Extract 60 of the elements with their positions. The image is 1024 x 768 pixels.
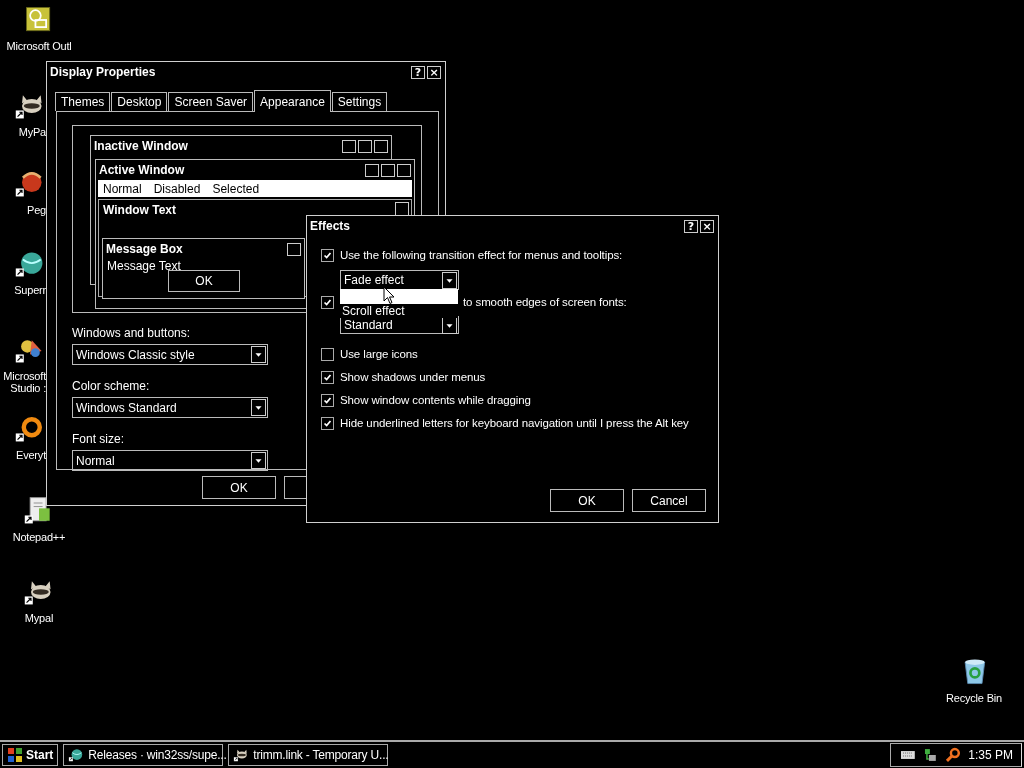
field-label: Color scheme: — [72, 379, 150, 393]
message-text: Message Text — [107, 259, 181, 273]
search-icon[interactable] — [944, 747, 961, 763]
windows-flag-icon — [7, 747, 23, 763]
tab[interactable]: Screen Saver — [168, 92, 254, 111]
icon-label[interactable]: Peg — [27, 204, 46, 216]
checkbox-label: Show shadows under menus — [340, 371, 486, 383]
icon-label[interactable]: MyPa — [18, 126, 46, 138]
dropdown[interactable]: Normal — [72, 450, 268, 471]
tab[interactable]: Settings — [331, 92, 388, 111]
raccoon-icon — [233, 747, 250, 763]
help-button[interactable]: ? — [684, 219, 698, 233]
icon-label[interactable]: Mypal — [24, 612, 54, 624]
icon-label[interactable]: Microsoft Studio : — [0, 370, 46, 394]
network-icon[interactable] — [922, 747, 937, 763]
icon-label[interactable]: Superr — [14, 284, 46, 296]
window-title: Active Window — [99, 163, 186, 177]
ok-button[interactable]: OK — [168, 270, 240, 292]
field-label: Font size: — [72, 432, 125, 446]
ok-button[interactable]: OK — [550, 489, 624, 512]
close-button[interactable]: × — [700, 219, 714, 233]
checkbox[interactable] — [321, 295, 334, 309]
clock: 1:35 PM — [968, 748, 1013, 762]
window-text: Window Text — [103, 203, 176, 217]
field-label: Windows and buttons: — [72, 326, 191, 340]
checkbox-label: Hide underlined letters for keyboard navigation until I press the Alt key — [340, 417, 689, 429]
cancel-button[interactable]: Cancel — [632, 489, 706, 512]
icon-label[interactable]: Microsoft Outl — [6, 40, 72, 52]
window-title: Inactive Window — [94, 139, 189, 153]
dropdown[interactable]: Windows Classic style — [72, 344, 268, 365]
icon-label[interactable]: Recycle Bin — [946, 692, 1002, 704]
checkbox-label: Show window contents while dragging — [340, 394, 531, 406]
checkbox[interactable] — [321, 347, 334, 361]
checkbox[interactable] — [321, 416, 334, 430]
dropdown[interactable]: Windows Standard — [72, 397, 268, 418]
tab[interactable]: Appearance — [254, 90, 331, 112]
icon-label[interactable]: Notepad++ — [12, 531, 66, 543]
checkbox[interactable] — [321, 393, 334, 407]
ok-button[interactable]: OK — [202, 476, 276, 499]
window-title: Display Properties — [50, 65, 157, 79]
tab[interactable]: Desktop — [111, 92, 168, 111]
checkbox-label: Use large icons — [340, 348, 418, 360]
checkbox-label: to smooth edges of screen fonts: — [463, 296, 627, 308]
window-title: Effects — [310, 219, 351, 233]
mouse-cursor-icon — [383, 286, 395, 305]
tab[interactable]: Themes — [55, 92, 111, 111]
checkbox-label: Use the following transition effect for menus and tooltips: — [340, 249, 623, 261]
checkbox[interactable] — [321, 248, 334, 262]
globe-icon — [68, 747, 85, 763]
window-title: Message Box — [106, 242, 184, 256]
menu-item[interactable]: Disabled — [153, 181, 201, 196]
dropdown-option[interactable]: Scroll effect — [340, 304, 458, 318]
icon-label[interactable]: Everyt — [16, 449, 46, 461]
close-button[interactable]: × — [427, 65, 441, 79]
highlighted-option[interactable] — [340, 289, 458, 304]
checkbox[interactable] — [321, 370, 334, 384]
menu-item[interactable]: Normal — [103, 181, 142, 196]
menu-item[interactable]: Selected — [212, 181, 260, 196]
start-button[interactable]: Start — [2, 744, 59, 766]
help-button[interactable]: ? — [411, 65, 425, 79]
